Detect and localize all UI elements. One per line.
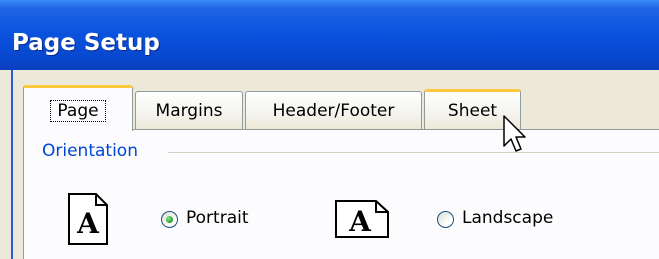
tab-label: Header/Footer [272,101,395,121]
group-divider [168,152,659,153]
tab-label: Margins [155,101,223,121]
landscape-glyph: A [348,205,372,238]
landscape-radio[interactable] [437,211,454,228]
radio-selected-dot [166,216,173,223]
arrow-cursor-icon [503,115,527,157]
portrait-page-icon: A [68,193,108,249]
tab-margins[interactable]: Margins [135,91,243,129]
title-bar[interactable]: Page Setup [0,0,659,70]
orientation-group-label: Orientation [42,141,138,161]
page-setup-dialog: Page Setup Page Margins Header/Footer Sh… [0,0,659,259]
portrait-label[interactable]: Portrait [186,208,249,228]
window-title: Page Setup [12,30,160,56]
tab-strip: Page Margins Header/Footer Sheet [13,70,659,131]
tab-label: Page [50,100,106,122]
tab-page[interactable]: Page [23,85,133,131]
portrait-glyph: A [76,207,100,240]
portrait-radio[interactable] [161,211,178,228]
page-tab-panel: Orientation A Portrait A Landscape [23,129,659,259]
landscape-label[interactable]: Landscape [462,208,553,228]
landscape-page-icon: A [335,200,389,242]
tab-header-footer[interactable]: Header/Footer [245,91,422,129]
dialog-body: Page Margins Header/Footer Sheet Orienta… [11,70,659,259]
